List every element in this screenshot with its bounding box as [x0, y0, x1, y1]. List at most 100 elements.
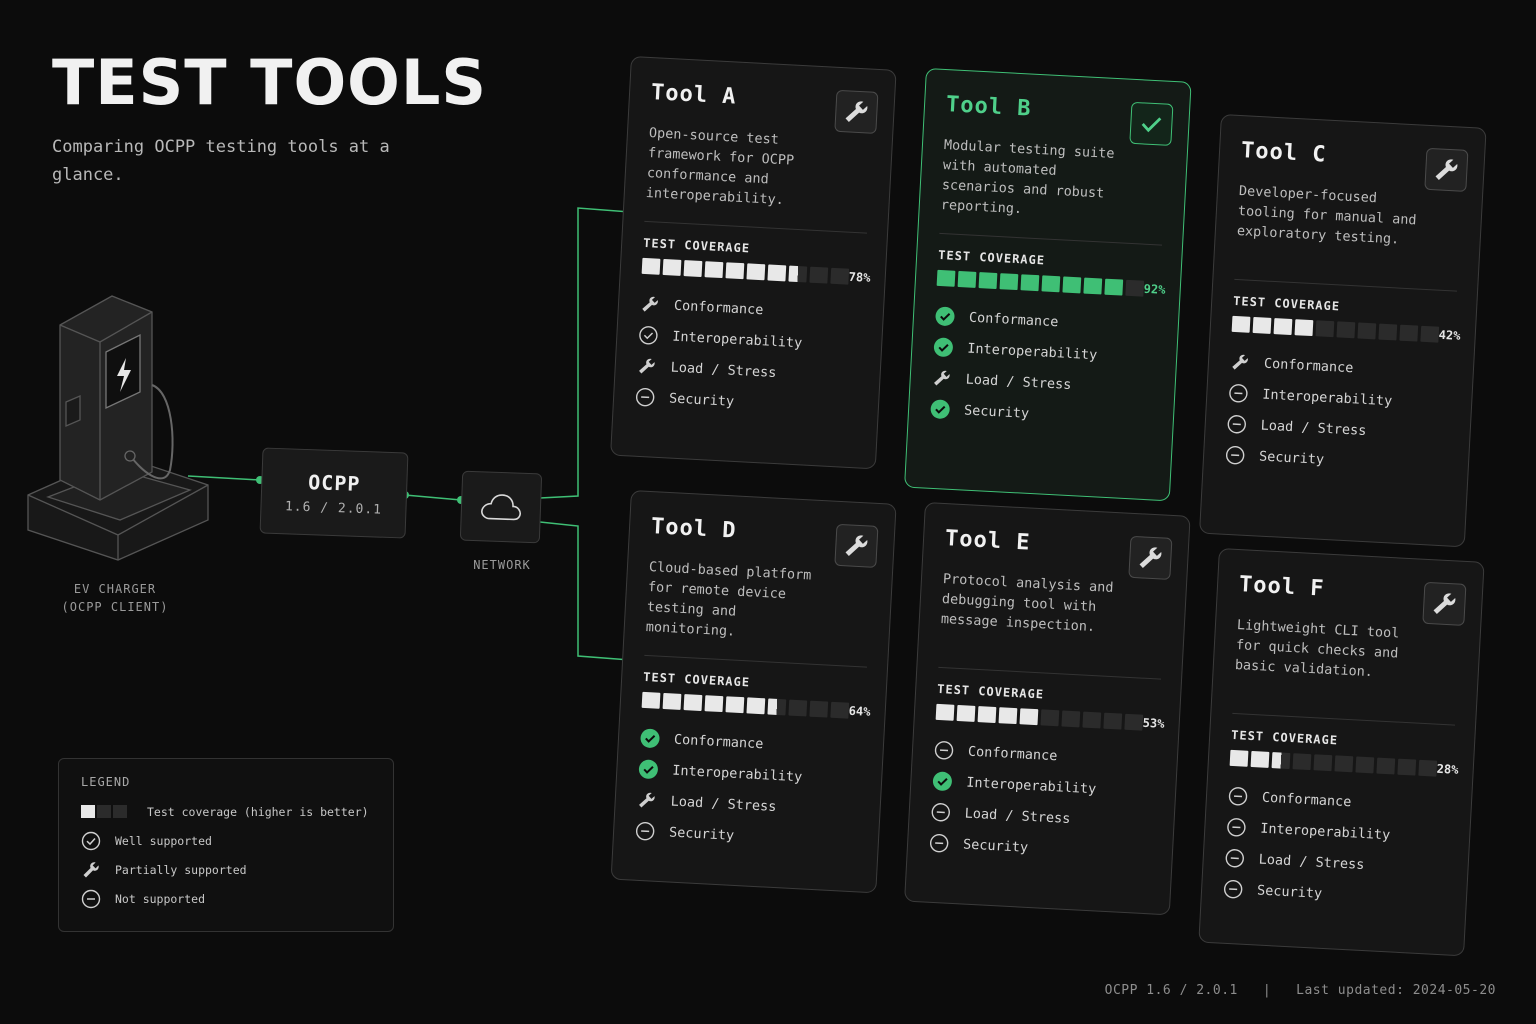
check-circle-icon: [638, 324, 659, 345]
divider: [644, 220, 868, 234]
coverage-segment: [746, 263, 766, 281]
feature-label: Conformance: [967, 743, 1058, 764]
coverage-bar: [1229, 749, 1438, 777]
coverage-segment: [725, 262, 745, 280]
ocpp-versions: 1.6 / 2.0.1: [284, 499, 383, 518]
coverage-segment: [956, 704, 976, 722]
wrench-icon[interactable]: [834, 89, 879, 134]
feature-label: Interoperability: [966, 340, 1098, 363]
coverage-segment: [725, 696, 745, 714]
wrench-icon[interactable]: [1424, 147, 1469, 192]
check-circle-filled-icon: [638, 758, 659, 779]
tool-card-f[interactable]: Tool F Lightweight CLI tool for quick che…: [1198, 548, 1485, 957]
legend-item-coverage: Test coverage (higher is better): [81, 797, 371, 826]
coverage-segment: [1292, 753, 1312, 771]
ev-charger-label-line1: EV CHARGER: [73, 582, 157, 596]
coverage-segment: [683, 260, 703, 277]
feature-list: Conformance Interoperability Load / Stress…: [634, 288, 863, 424]
coverage-row: 28%: [1229, 749, 1459, 778]
coverage-segment: [1357, 322, 1377, 340]
legend-item-well: Well supported: [81, 826, 371, 855]
coverage-bar: [641, 257, 850, 285]
coverage-segment: [683, 694, 703, 711]
coverage-segment: [1250, 750, 1270, 768]
legend-label: Partially supported: [115, 862, 247, 877]
divider: [1234, 278, 1458, 292]
coverage-segment: [1082, 711, 1102, 729]
minus-circle-icon: [929, 832, 950, 853]
feature-list: Conformance Interoperability Load / Stress…: [1224, 346, 1453, 482]
feature-label: Security: [963, 401, 1030, 422]
wrench-icon[interactable]: [1422, 581, 1467, 626]
tool-description: Modular testing suite with automated sce…: [940, 137, 1115, 218]
coverage-segment: [1229, 749, 1249, 767]
tool-card-e[interactable]: Tool E Protocol analysis and debugging to…: [904, 502, 1191, 916]
cloud-icon: [481, 494, 521, 521]
coverage-segment: [809, 700, 829, 718]
tool-card-b[interactable]: Tool B Modular testing suite with automat…: [904, 68, 1192, 502]
coverage-segment: [998, 707, 1018, 725]
coverage-segment: [662, 692, 682, 710]
coverage-label: TEST COVERAGE: [936, 681, 1045, 702]
ocpp-protocol-box: OCPP 1.6 / 2.0.1: [259, 447, 409, 539]
coverage-segment: [1378, 323, 1398, 341]
feature-label: Interoperability: [671, 328, 803, 351]
coverage-segment: [1061, 710, 1081, 728]
coverage-segment: [1294, 319, 1314, 337]
divider: [1232, 712, 1456, 726]
coverage-segment: [978, 272, 998, 289]
wire-charger-ocpp: [187, 475, 261, 481]
coverage-segment: [999, 273, 1019, 291]
coverage-segment: [1399, 324, 1419, 342]
coverage-segment: [1041, 275, 1061, 293]
wrench-icon[interactable]: [1128, 535, 1173, 580]
coverage-label: TEST COVERAGE: [642, 235, 751, 256]
coverage-percent: 92%: [1143, 281, 1166, 297]
coverage-row: 53%: [935, 703, 1165, 732]
minus-circle-icon: [1228, 382, 1249, 403]
minus-circle-icon: [635, 386, 656, 407]
coverage-segment: [1019, 708, 1039, 726]
coverage-segment: [788, 265, 808, 283]
coverage-segment: [977, 706, 997, 723]
feature-label: Load / Stress: [670, 359, 777, 381]
coverage-segment: [1271, 752, 1291, 769]
feature-label: Conformance: [968, 309, 1059, 330]
legend-label: Well supported: [115, 833, 212, 848]
feature-label: Security: [668, 389, 735, 410]
wire-network-tool-d: [539, 521, 631, 661]
feature-label: Conformance: [1261, 789, 1352, 810]
coverage-segment: [1124, 713, 1144, 731]
check-icon[interactable]: [1129, 101, 1174, 146]
check-circle-icon: [81, 831, 101, 851]
coverage-bar: [935, 703, 1144, 731]
tool-card-a[interactable]: Tool A Open-source test framework for OCP…: [610, 56, 897, 470]
coverage-segment: [1336, 321, 1356, 339]
coverage-bar: [936, 269, 1145, 297]
coverage-segment: [830, 267, 850, 285]
coverage-segment: [957, 270, 977, 288]
minus-circle-icon: [1226, 816, 1247, 837]
coverage-segment: [1062, 276, 1082, 294]
network-box: [459, 470, 543, 544]
coverage-segment: [1103, 712, 1123, 730]
wrench-icon[interactable]: [834, 523, 879, 568]
feature-label: Load / Stress: [1258, 851, 1365, 873]
coverage-segment: [767, 264, 787, 282]
coverage-segment: [1273, 318, 1293, 335]
wrench-icon: [931, 367, 952, 388]
coverage-percent: 53%: [1142, 715, 1165, 731]
minus-circle-icon: [635, 820, 656, 841]
tool-card-c[interactable]: Tool C Developer-focused tooling for manu…: [1199, 114, 1487, 548]
feature-list: Conformance Interoperability Load / Stress…: [1222, 780, 1451, 916]
coverage-segment: [1376, 757, 1396, 775]
coverage-bar-sample: [81, 805, 127, 818]
coverage-segment: [704, 261, 724, 279]
divider: [939, 232, 1163, 246]
wrench-icon: [1230, 351, 1251, 372]
coverage-percent: 42%: [1438, 327, 1461, 343]
coverage-row: 64%: [641, 691, 871, 720]
tool-card-d[interactable]: Tool D Cloud-based platform for remote de…: [610, 490, 897, 894]
feature-label: Interoperability: [965, 774, 1097, 797]
coverage-segment: [936, 269, 956, 287]
